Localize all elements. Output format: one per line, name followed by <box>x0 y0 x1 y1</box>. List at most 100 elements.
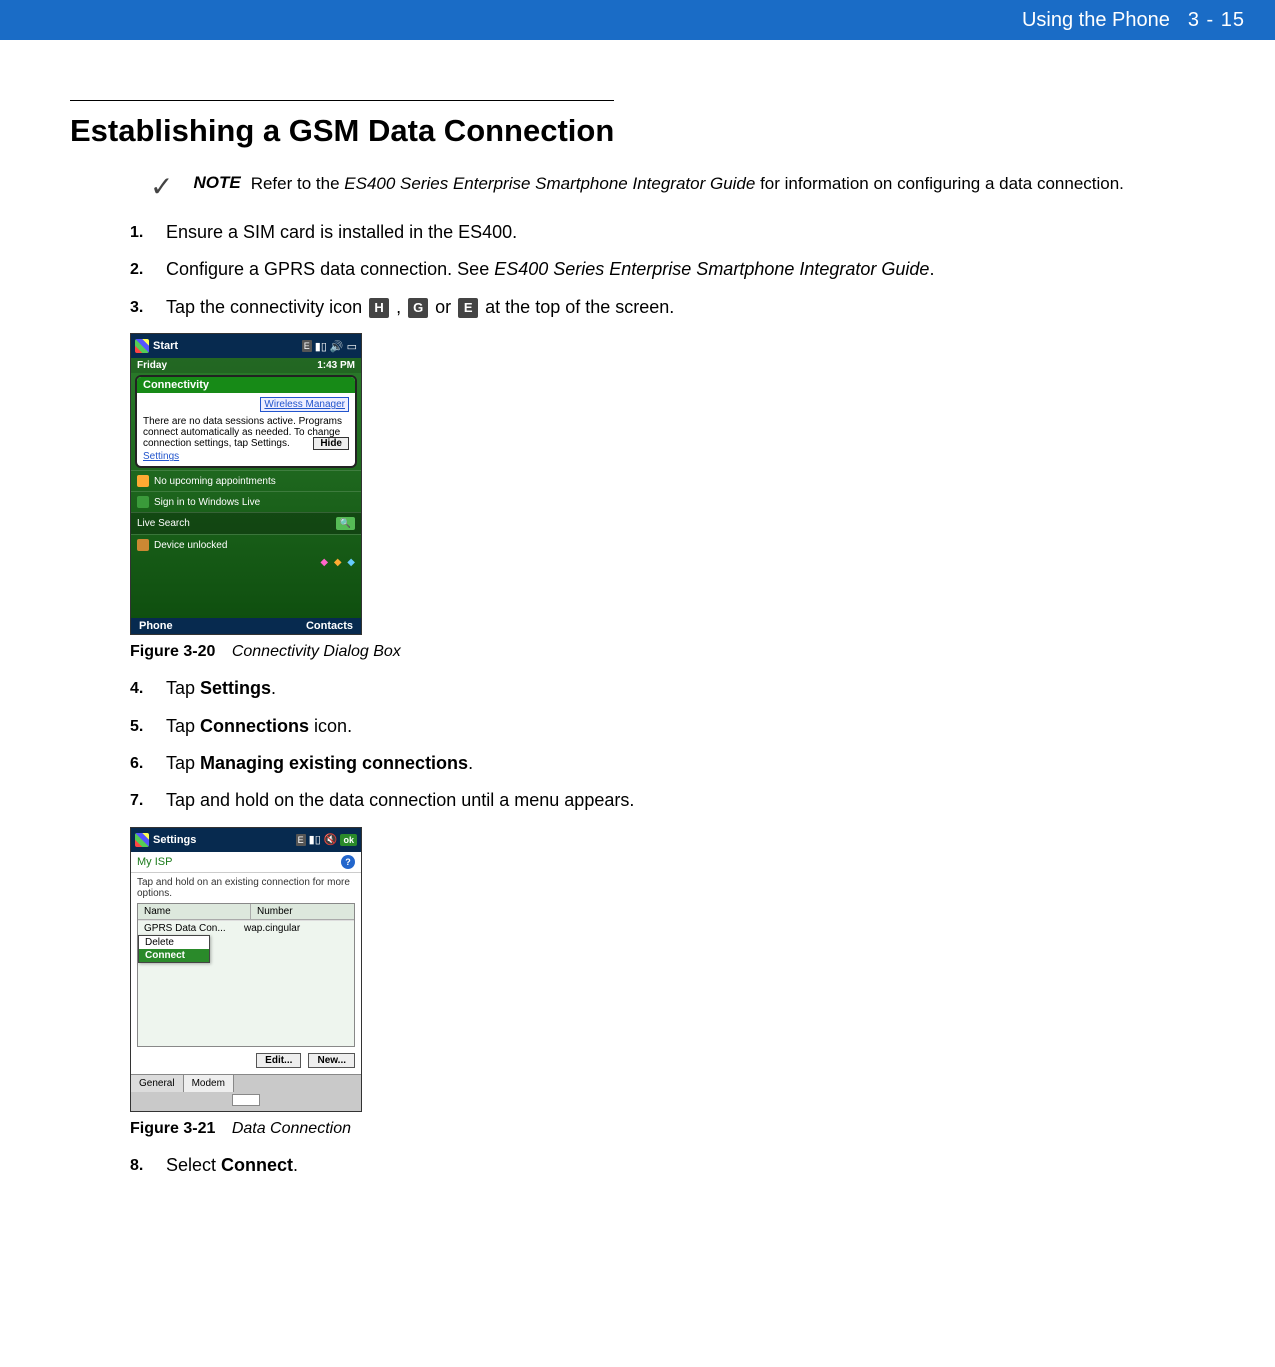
live-search-row[interactable]: Live Search 🔍 <box>131 512 361 534</box>
lock-icon <box>137 539 149 551</box>
battery-icon: ▭ <box>347 340 357 353</box>
step-number: 1. <box>130 221 160 244</box>
connections-table: Name Number GPRS Data Con... wap.cingula… <box>137 903 355 1047</box>
data-connection-screenshot: Settings E ▮▯ 🔇 ok My ISP ? Tap and hold… <box>130 827 362 1112</box>
help-icon[interactable]: ? <box>341 855 355 869</box>
connectivity-screenshot: Start E ▮▯ 🔊 ▭ Friday 1:43 PM Connectivi… <box>130 333 362 635</box>
figure-label: Figure 3-21 <box>130 1120 215 1137</box>
new-button[interactable]: New... <box>308 1053 355 1068</box>
context-menu: Delete Connect <box>138 935 210 963</box>
step-7: 7. Tap and hold on the data connection u… <box>130 789 1215 812</box>
header-title: Using the Phone <box>1022 9 1170 32</box>
step-text: Select Connect. <box>166 1154 298 1177</box>
e-status-icon: E <box>302 340 312 352</box>
step-number: 2. <box>130 258 160 281</box>
step-4: 4. Tap Settings. <box>130 677 1215 700</box>
signal-icon: ▮▯ <box>309 833 321 846</box>
menu-connect[interactable]: Connect <box>139 949 209 962</box>
speaker-icon: 🔊 <box>330 340 344 353</box>
day-label: Friday <box>137 360 167 371</box>
step-text: Tap Connections icon. <box>166 715 352 738</box>
figure-3-20-caption: Figure 3-20 Connectivity Dialog Box <box>130 643 1215 661</box>
note-text: Refer to the ES400 Series Enterprise Sma… <box>251 173 1124 196</box>
hint-text: Tap and hold on an existing connection f… <box>131 873 361 903</box>
calendar-icon <box>137 475 149 487</box>
page-header: Using the Phone 3 - 15 <box>0 0 1275 40</box>
windows-flag-icon <box>135 339 149 353</box>
button-row: Edit... New... <box>131 1047 361 1074</box>
device-unlocked-row[interactable]: Device unlocked <box>131 534 361 555</box>
table-row[interactable]: GPRS Data Con... wap.cingular Delete Con… <box>138 920 354 936</box>
wireless-manager-link[interactable]: Wireless Manager <box>260 397 349 412</box>
system-tray: ◆ ◆ ◆ <box>131 555 361 570</box>
tab-bar: General Modem <box>131 1074 361 1092</box>
speaker-mute-icon: 🔇 <box>324 833 338 846</box>
figure-3-20: Start E ▮▯ 🔊 ▭ Friday 1:43 PM Connectivi… <box>130 333 1215 635</box>
cell-name: GPRS Data Con... <box>144 923 244 934</box>
step-8: 8. Select Connect. <box>130 1154 1215 1177</box>
tab-general[interactable]: General <box>131 1075 184 1092</box>
checkmark-icon: ✓ <box>150 173 173 201</box>
signal-icon: ▮▯ <box>315 340 327 353</box>
tray-icon: ◆ <box>320 557 328 568</box>
step-1: 1. Ensure a SIM card is installed in the… <box>130 221 1215 244</box>
softkey-left[interactable]: Phone <box>139 620 173 632</box>
step-text: Configure a GPRS data connection. See ES… <box>166 258 934 281</box>
edit-button[interactable]: Edit... <box>256 1053 301 1068</box>
softkey-bar: Phone Contacts <box>131 618 361 634</box>
header-page-number: 3 - 15 <box>1188 9 1245 32</box>
tray-icon: ◆ <box>334 557 342 568</box>
status-tray: E ▮▯ 🔇 ok <box>296 833 357 846</box>
settings-link[interactable]: Settings <box>143 451 179 462</box>
title-bar: Start E ▮▯ 🔊 ▭ <box>131 334 361 358</box>
figure-label: Figure 3-20 <box>130 643 215 660</box>
figure-3-21: Settings E ▮▯ 🔇 ok My ISP ? Tap and hold… <box>130 827 1215 1112</box>
e-status-icon: E <box>296 834 306 846</box>
step-text: Tap Managing existing connections. <box>166 752 473 775</box>
dialog-title: Connectivity <box>137 377 355 393</box>
step-number: 8. <box>130 1154 160 1177</box>
date-row: Friday 1:43 PM <box>131 358 361 373</box>
section-heading: Establishing a GSM Data Connection <box>70 100 614 149</box>
step-number: 6. <box>130 752 160 775</box>
step-3: 3. Tap the connectivity icon H , G or E … <box>130 296 1215 319</box>
g-icon: G <box>408 298 428 318</box>
step-text: Tap and hold on the data connection unti… <box>166 789 634 812</box>
appointments-row[interactable]: No upcoming appointments <box>131 470 361 491</box>
softkey-right[interactable]: Contacts <box>306 620 353 632</box>
page-content: Establishing a GSM Data Connection ✓ NOT… <box>0 40 1275 1221</box>
sip-row <box>131 1092 361 1111</box>
col-number: Number <box>251 904 354 919</box>
hide-button[interactable]: Hide <box>313 437 349 450</box>
step-6: 6. Tap Managing existing connections. <box>130 752 1215 775</box>
windows-flag-icon <box>135 833 149 847</box>
myisp-label: My ISP <box>137 856 172 868</box>
windows-live-row[interactable]: Sign in to Windows Live <box>131 491 361 512</box>
status-tray: E ▮▯ 🔊 ▭ <box>302 340 357 353</box>
keyboard-icon[interactable] <box>232 1094 260 1106</box>
step-number: 3. <box>130 296 160 319</box>
step-number: 7. <box>130 789 160 812</box>
ok-button[interactable]: ok <box>340 834 357 846</box>
step-text: Ensure a SIM card is installed in the ES… <box>166 221 517 244</box>
figure-title: Data Connection <box>232 1120 351 1137</box>
cell-number: wap.cingular <box>244 923 300 934</box>
title-bar-text: Settings <box>153 834 296 846</box>
time-label: 1:43 PM <box>317 360 355 371</box>
step-text: Tap the connectivity icon H , G or E at … <box>166 296 674 319</box>
menu-delete[interactable]: Delete <box>139 936 209 949</box>
title-bar: Settings E ▮▯ 🔇 ok <box>131 828 361 852</box>
col-name: Name <box>138 904 251 919</box>
step-number: 4. <box>130 677 160 700</box>
tray-icon: ◆ <box>347 557 355 568</box>
step-text: Tap Settings. <box>166 677 276 700</box>
connectivity-dialog: Connectivity Wireless Manager There are … <box>135 375 357 468</box>
note-label: NOTE <box>193 173 240 193</box>
step-5: 5. Tap Connections icon. <box>130 715 1215 738</box>
e-icon: E <box>458 298 478 318</box>
live-icon <box>137 496 149 508</box>
h-icon: H <box>369 298 389 318</box>
figure-title: Connectivity Dialog Box <box>232 643 401 660</box>
tab-modem[interactable]: Modem <box>184 1075 234 1092</box>
title-bar-text: Start <box>153 340 302 352</box>
